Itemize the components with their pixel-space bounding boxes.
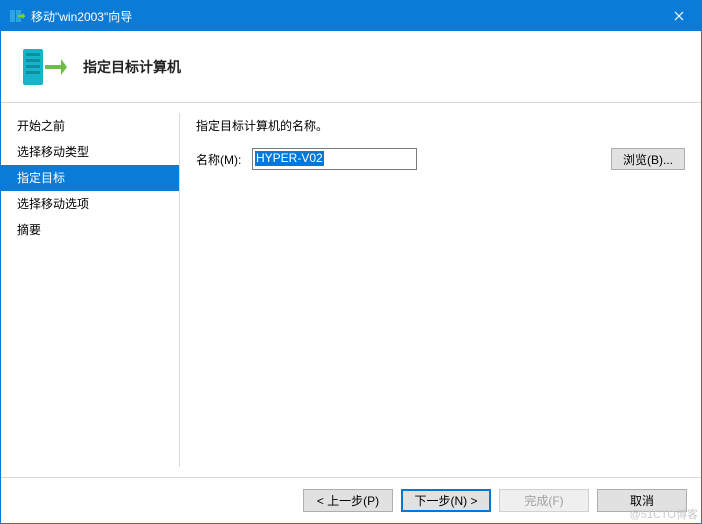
wizard-header-icon (19, 43, 67, 91)
name-input[interactable] (252, 148, 417, 170)
page-title: 指定目标计算机 (83, 57, 181, 77)
back-button[interactable]: < 上一步(P) (303, 489, 393, 512)
instruction-text: 指定目标计算机的名称。 (196, 117, 685, 134)
sidebar-item-move-options[interactable]: 选择移动选项 (1, 191, 179, 217)
close-button[interactable] (656, 1, 701, 31)
next-button[interactable]: 下一步(N) > (401, 489, 491, 512)
wizard-window: 移动"win2003"向导 指定目标计算机 开始之前 选择移动类型 指定目标 选… (0, 0, 702, 524)
name-label: 名称(M): (196, 151, 246, 168)
sidebar-item-summary[interactable]: 摘要 (1, 217, 179, 243)
wizard-body: 开始之前 选择移动类型 指定目标 选择移动选项 摘要 指定目标计算机的名称。 名… (1, 103, 701, 477)
wizard-footer: < 上一步(P) 下一步(N) > 完成(F) 取消 (1, 477, 701, 523)
finish-button: 完成(F) (499, 489, 589, 512)
titlebar: 移动"win2003"向导 (1, 1, 701, 31)
sidebar-item-before-begin[interactable]: 开始之前 (1, 113, 179, 139)
name-input-wrap: HYPER-V02 (252, 148, 605, 170)
cancel-button[interactable]: 取消 (597, 489, 687, 512)
app-icon (9, 8, 25, 24)
sidebar-item-target[interactable]: 指定目标 (1, 165, 179, 191)
browse-button[interactable]: 浏览(B)... (611, 148, 685, 170)
window-title: 移动"win2003"向导 (31, 8, 132, 25)
name-row: 名称(M): HYPER-V02 浏览(B)... (196, 148, 685, 170)
sidebar-item-move-type[interactable]: 选择移动类型 (1, 139, 179, 165)
wizard-header: 指定目标计算机 (1, 31, 701, 103)
sidebar: 开始之前 选择移动类型 指定目标 选择移动选项 摘要 (1, 103, 179, 477)
content-pane: 指定目标计算机的名称。 名称(M): HYPER-V02 浏览(B)... (180, 103, 701, 477)
